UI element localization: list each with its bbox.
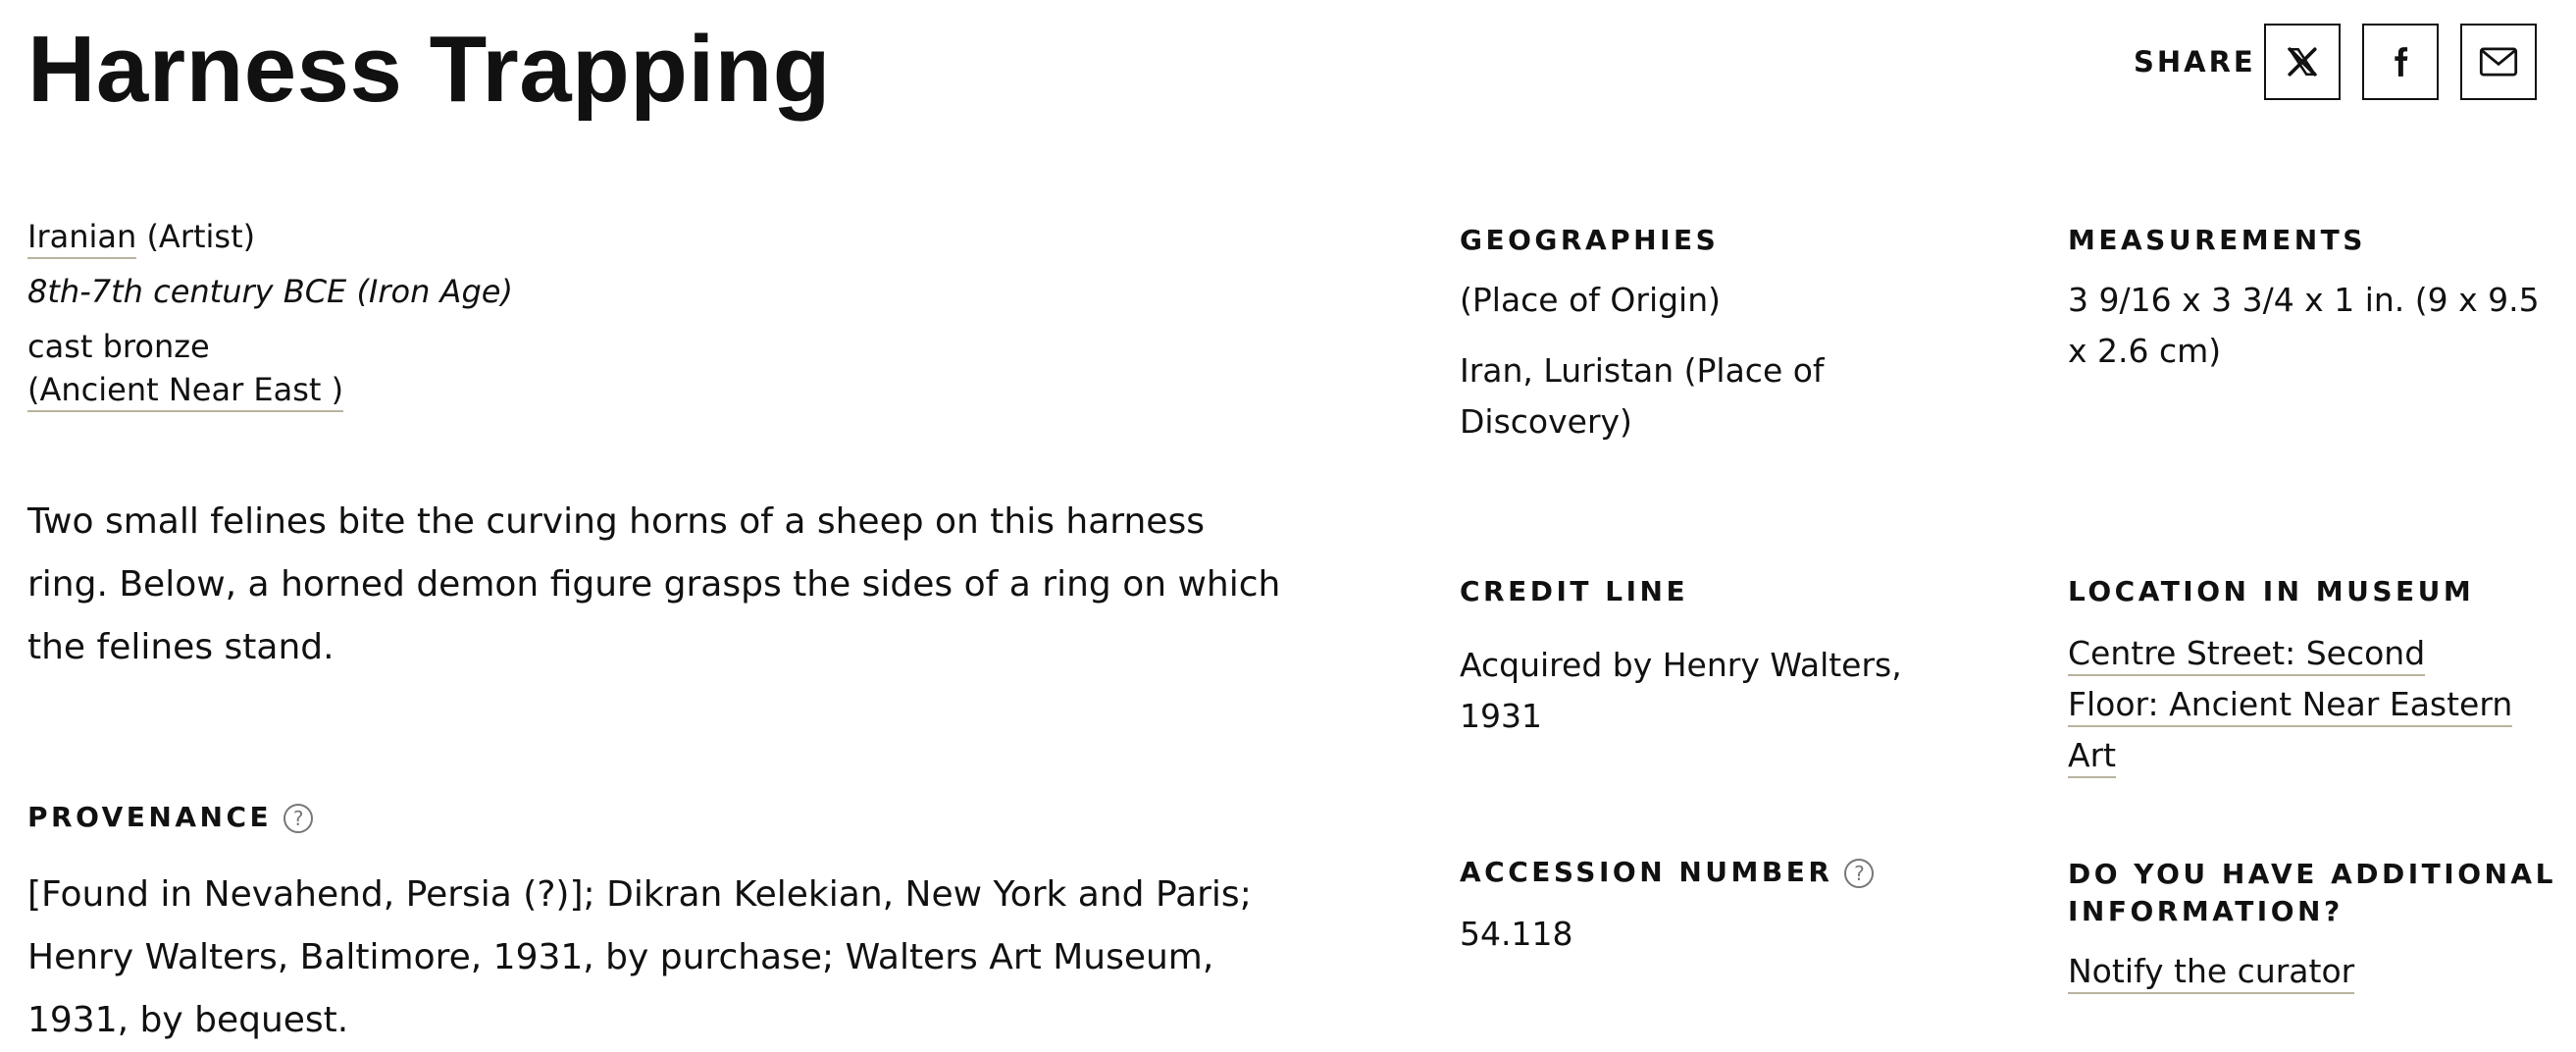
- provenance-text: [Found in Nevahend, Persia (?)]; Dikran …: [27, 874, 1252, 1040]
- notify-curator: Notify the curator: [2068, 946, 2355, 997]
- object-description: Two small felines bite the curving horns…: [27, 501, 1281, 667]
- provenance-label: PROVENANCE: [27, 801, 273, 833]
- email-share-button[interactable]: [2460, 24, 2537, 100]
- facebook-icon: [2395, 47, 2408, 77]
- geographies-label: GEOGRAPHIES: [1460, 224, 1720, 256]
- help-icon[interactable]: ?: [283, 804, 314, 833]
- additional-info-label: DO YOU HAVE ADDITIONAL INFORMATION?: [2068, 858, 2556, 927]
- artist-line: Iranian (Artist): [27, 218, 256, 259]
- credit-line-label: CREDIT LINE: [1460, 575, 1689, 607]
- credit-line-value: Acquired by Henry Walters, 1931: [1460, 646, 1902, 735]
- geography-origin: (Place of Origin): [1460, 281, 1722, 319]
- facebook-share-button[interactable]: [2362, 24, 2439, 100]
- share-label: SHARE: [2134, 45, 2256, 79]
- measurements-value: 3 9/16 x 3 3/4 x 1 in. (9 x 9.5 x 2.6 cm…: [2068, 281, 2540, 370]
- accession-value: 54.118: [1460, 915, 1573, 953]
- location-link[interactable]: Centre Street: Second Floor: Ancient Nea…: [2068, 634, 2513, 778]
- location-label: LOCATION IN MUSEUM: [2068, 575, 2475, 607]
- email-icon: [2479, 47, 2518, 77]
- measurements-label: MEASUREMENTS: [2068, 224, 2366, 256]
- location-value: Centre Street: Second Floor: Ancient Nea…: [2068, 628, 2519, 781]
- geography-discovery: Iran, Luristan (Place of Discovery): [1460, 351, 1825, 441]
- notify-curator-link[interactable]: Notify the curator: [2068, 952, 2355, 994]
- x-logo-icon: [2287, 47, 2318, 77]
- collection-link[interactable]: (Ancient Near East ): [27, 371, 344, 412]
- help-icon[interactable]: ?: [1844, 859, 1875, 888]
- accession-heading: ACCESSION NUMBER?: [1460, 856, 1875, 888]
- accession-label: ACCESSION NUMBER: [1460, 856, 1833, 888]
- artist-role: (Artist): [146, 218, 256, 255]
- object-medium: cast bronze: [27, 328, 210, 365]
- artist-link[interactable]: Iranian: [27, 218, 137, 259]
- x-share-button[interactable]: [2264, 24, 2341, 100]
- object-date: 8th-7th century BCE (Iron Age): [27, 273, 513, 310]
- page-title: Harness Trapping: [27, 17, 831, 122]
- collection-line: (Ancient Near East ): [27, 371, 344, 412]
- provenance-heading: PROVENANCE?: [27, 801, 314, 833]
